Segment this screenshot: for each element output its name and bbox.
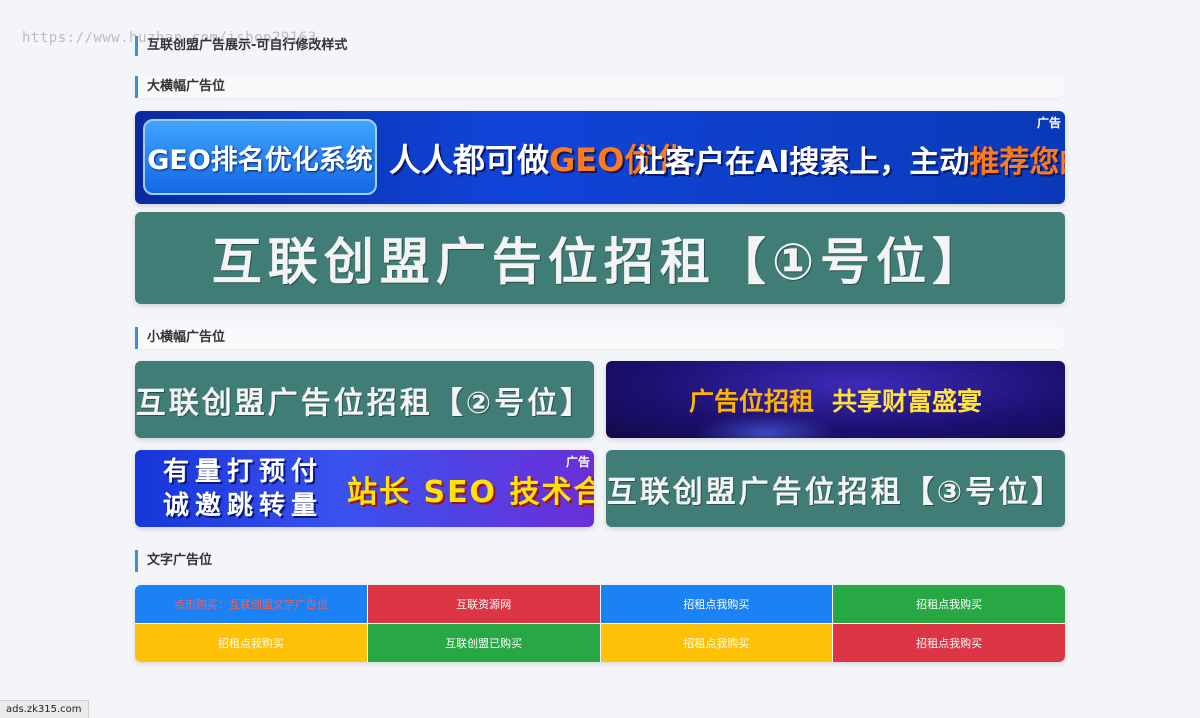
rent-banner-2-label: 互联创盟广告位招租【②号位】: [135, 385, 594, 421]
rent-banner-1-label: 互联创盟广告位招租【①号位】: [211, 233, 989, 291]
seo-banner-right: 站长 SEO 技术合作: [347, 474, 594, 510]
text-ad-cell[interactable]: 招租点我购买: [135, 624, 367, 662]
rent-banner-3[interactable]: 互联创盟广告位招租【③号位】: [606, 450, 1065, 527]
text-ad-cell[interactable]: 招租点我购买: [833, 624, 1065, 662]
purple-banner-title: 广告位招租: [688, 386, 814, 416]
text-ad-cell[interactable]: 互联资源网: [367, 585, 600, 623]
ad-tag: 广告: [565, 455, 590, 469]
text-ad-cell[interactable]: 招租点我购买: [833, 585, 1065, 623]
page-title: 互联创盟广告展示-可自行修改样式: [135, 36, 347, 56]
seo-banner-left: 有量打预付 诚邀跳转量: [163, 456, 324, 521]
seo-banner[interactable]: 有量打预付 诚邀跳转量 站长 SEO 技术合作 广告: [135, 450, 594, 527]
rent-banner-3-label: 互联创盟广告位招租【③号位】: [606, 474, 1065, 510]
text-ad-grid: 点击购买：互联创盟文字广告位 互联资源网 招租点我购买 招租点我购买 招租点我购…: [135, 585, 1065, 662]
purple-banner-subtitle: 共享财富盛宴: [832, 386, 983, 416]
text-ad-cell[interactable]: 招租点我购买: [600, 585, 833, 623]
geo-tagline: 让客户在AI搜索上，主动推荐您的产品: [635, 145, 1065, 180]
ad-tag: 广告: [1036, 116, 1061, 130]
glow-decoration: [696, 414, 836, 438]
geo-banner[interactable]: GEO排名优化系统 人人都可做GEO优化 让客户在AI搜索上，主动推荐您的产品 …: [135, 111, 1065, 204]
section-head-small: 小横幅广告位: [135, 327, 1065, 349]
section-head-big: 大横幅广告位: [135, 76, 1065, 98]
text-ad-cell[interactable]: 招租点我购买: [600, 624, 833, 662]
geo-pill-text: GEO排名优化系统: [143, 119, 377, 195]
purple-banner[interactable]: 广告位招租 共享财富盛宴: [606, 361, 1065, 438]
text-ad-cell[interactable]: 点击购买：互联创盟文字广告位: [135, 585, 367, 623]
section-head-text: 文字广告位: [135, 550, 1065, 572]
status-bar-url: ads.zk315.com: [0, 700, 89, 718]
rent-banner-1[interactable]: 互联创盟广告位招租【①号位】: [135, 212, 1065, 304]
text-ad-cell[interactable]: 互联创盟已购买: [367, 624, 600, 662]
rent-banner-2[interactable]: 互联创盟广告位招租【②号位】: [135, 361, 594, 438]
